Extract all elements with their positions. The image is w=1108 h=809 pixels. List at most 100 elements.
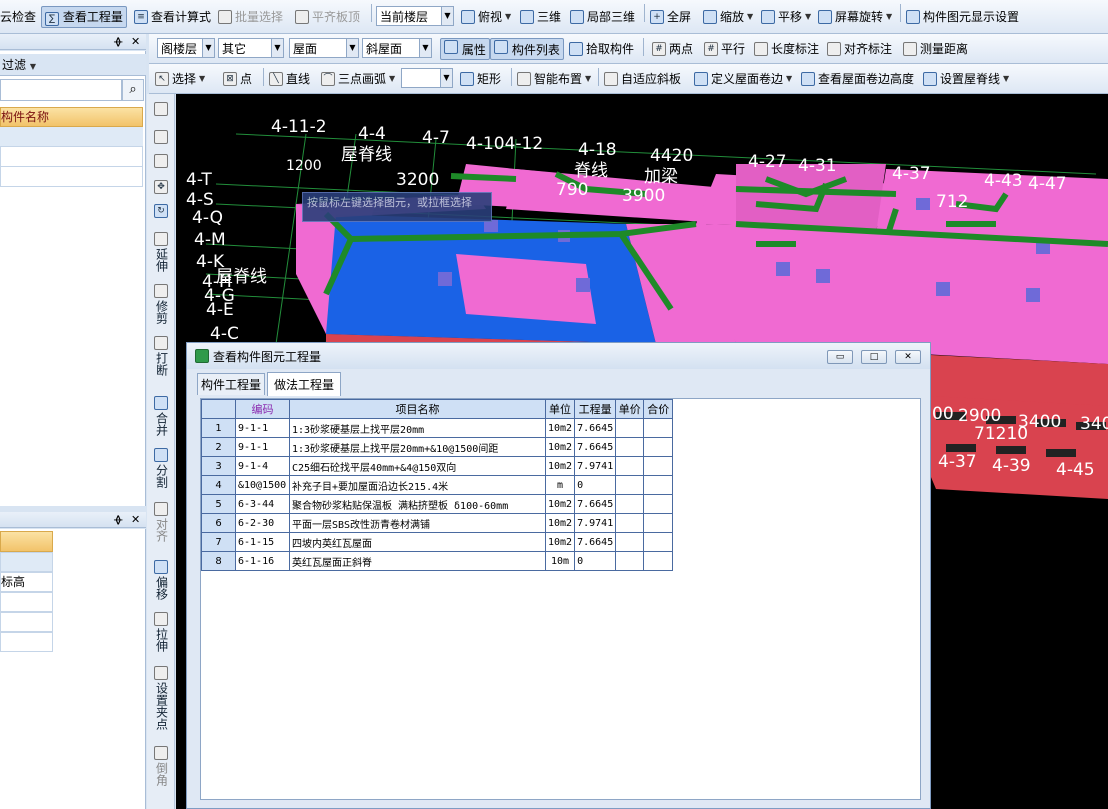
column-header[interactable]: 工程量: [574, 399, 617, 419]
price-cell[interactable]: [615, 437, 645, 457]
name-cell[interactable]: 1:3砂浆硬基层上找平层20mm: [289, 418, 546, 438]
tab-method-quantity[interactable]: 做法工程量: [267, 372, 341, 396]
trim-tool[interactable]: 修剪: [147, 284, 175, 327]
length-dimension-button[interactable]: 长度标注: [754, 34, 819, 63]
property-row[interactable]: [0, 552, 53, 572]
table-row[interactable]: 6 6-2-30 平面一层SBS改性沥青卷材满铺 10m2 7.9741: [201, 513, 674, 533]
quantity-cell[interactable]: 7.6645: [574, 437, 617, 457]
arc-button[interactable]: ⌒ 三点画弧 ▼: [321, 64, 395, 93]
name-cell[interactable]: 补充子目+要加屋面沿边长215.4米: [289, 475, 546, 495]
break-tool[interactable]: 打断: [147, 336, 175, 379]
total-cell[interactable]: [643, 475, 674, 495]
view-edge-height-button[interactable]: 查看屋面卷边高度: [801, 64, 914, 93]
total-cell[interactable]: [643, 551, 674, 571]
unit-cell[interactable]: 10m2: [544, 494, 576, 514]
floor-select[interactable]: 当前楼层 ▼: [376, 6, 454, 26]
table-row[interactable]: 8 6-1-16 英红瓦屋面正斜脊 10m 0: [201, 551, 674, 571]
list-item[interactable]: [0, 127, 143, 147]
sub-type-dropdown[interactable]: 斜屋面 ▼: [362, 38, 432, 58]
price-cell[interactable]: [615, 418, 645, 438]
adaptive-slope-button[interactable]: 自适应斜板: [604, 64, 681, 93]
measure-distance-button[interactable]: 测量距离: [903, 34, 968, 63]
dialog-title-bar[interactable]: 查看构件图元工程量: [187, 343, 930, 369]
line-button[interactable]: ╲ 直线: [269, 64, 310, 93]
price-cell[interactable]: [615, 456, 645, 476]
batch-select-button[interactable]: 批量选择: [218, 0, 283, 33]
column-header[interactable]: 项目名称: [289, 399, 546, 419]
column-header[interactable]: 合价: [643, 399, 674, 419]
stretch-tool[interactable]: 拉伸: [147, 612, 175, 655]
total-cell[interactable]: [643, 418, 674, 438]
pick-component-button[interactable]: 拾取构件: [569, 34, 634, 63]
pen-tool[interactable]: [147, 102, 175, 118]
search-button[interactable]: ⌕: [122, 79, 144, 101]
select-button[interactable]: ↖ 选择 ▼: [155, 64, 205, 93]
table-row[interactable]: 4 &10@1500 补充子目+要加屋面沿边长215.4米 m 0: [201, 475, 674, 495]
filter-button[interactable]: 过滤 ▼: [0, 54, 146, 76]
parallel-button[interactable]: # 平行: [704, 34, 745, 63]
quantity-cell[interactable]: 0: [574, 551, 617, 571]
set-ridge-line-button[interactable]: 设置屋脊线 ▼: [923, 64, 1009, 93]
total-cell[interactable]: [643, 456, 674, 476]
name-cell[interactable]: C25细石砼找平层40mm+&4@150双向: [289, 456, 546, 476]
offset-tool[interactable]: 偏移: [147, 560, 175, 603]
list-item[interactable]: [0, 167, 143, 187]
column-header[interactable]: 编码: [235, 399, 290, 419]
mirror-tool[interactable]: [147, 154, 175, 170]
pin-icon[interactable]: ᚖ: [114, 35, 122, 48]
unit-cell[interactable]: m: [544, 475, 576, 495]
display-settings-button[interactable]: 构件图元显示设置: [906, 0, 1019, 33]
fullscreen-button[interactable]: + 全屏: [650, 0, 691, 33]
unit-cell[interactable]: 10m2: [544, 437, 576, 457]
flush-top-button[interactable]: 平齐板顶: [295, 0, 360, 33]
type-dropdown[interactable]: 屋面 ▼: [289, 38, 359, 58]
pan-button[interactable]: 平移 ▼: [761, 0, 811, 33]
point-button[interactable]: ⊠ 点: [223, 64, 252, 93]
chamfer-tool[interactable]: 倒角: [147, 746, 175, 789]
quantity-cell[interactable]: 7.9741: [574, 456, 617, 476]
name-cell[interactable]: 四坡内英红瓦屋面: [289, 532, 546, 552]
table-row[interactable]: 3 9-1-4 C25细石砼找平层40mm+&4@150双向 10m2 7.9741: [201, 456, 674, 476]
align-tool[interactable]: 对齐: [147, 502, 175, 545]
merge-tool[interactable]: 合并: [147, 396, 175, 439]
column-header[interactable]: 单位: [544, 399, 576, 419]
name-cell[interactable]: 平面一层SBS改性沥青卷材满铺: [289, 513, 546, 533]
move-tool[interactable]: ✥: [147, 180, 175, 196]
copy-tool[interactable]: [147, 130, 175, 146]
price-cell[interactable]: [615, 475, 645, 495]
property-row[interactable]: 标高: [0, 572, 53, 592]
code-cell[interactable]: 9-1-1: [235, 437, 290, 457]
name-cell[interactable]: 英红瓦屋面正斜脊: [289, 551, 546, 571]
code-cell[interactable]: 6-1-15: [235, 532, 290, 552]
price-cell[interactable]: [615, 494, 645, 514]
name-cell[interactable]: 聚合物砂浆粘贴保温板 满粘挤塑板 δ100-60mm: [289, 494, 546, 514]
minimize-button[interactable]: ▭: [827, 350, 853, 364]
unit-cell[interactable]: 10m2: [544, 532, 576, 552]
pin-icon[interactable]: ᚖ: [114, 513, 122, 526]
split-tool[interactable]: 分割: [147, 448, 175, 491]
local-3d-button[interactable]: 局部三维: [570, 0, 635, 33]
rectangle-button[interactable]: 矩形: [460, 64, 501, 93]
price-cell[interactable]: [615, 551, 645, 571]
category-dropdown[interactable]: 其它 ▼: [218, 38, 284, 58]
extend-tool[interactable]: 延伸: [147, 232, 175, 275]
zoom-button[interactable]: 缩放 ▼: [703, 0, 753, 33]
code-cell[interactable]: 6-3-44: [235, 494, 290, 514]
unit-cell[interactable]: 10m: [544, 551, 576, 571]
price-cell[interactable]: [615, 532, 645, 552]
quantity-cell[interactable]: 7.6645: [574, 418, 617, 438]
quantity-cell[interactable]: 7.6645: [574, 532, 617, 552]
table-row[interactable]: 7 6-1-15 四坡内英红瓦屋面 10m2 7.6645: [201, 532, 674, 552]
code-cell[interactable]: 9-1-4: [235, 456, 290, 476]
quantity-cell[interactable]: 0: [574, 475, 617, 495]
code-cell[interactable]: &10@1500: [235, 475, 290, 495]
total-cell[interactable]: [643, 532, 674, 552]
unit-cell[interactable]: 10m2: [544, 418, 576, 438]
total-cell[interactable]: [643, 494, 674, 514]
view-formula-button[interactable]: ≡ 查看计算式: [134, 0, 211, 33]
rotate-screen-button[interactable]: 屏幕旋转 ▼: [818, 0, 892, 33]
search-input[interactable]: [0, 79, 122, 101]
floor-dropdown[interactable]: 阁楼层 ▼: [157, 38, 215, 58]
name-cell[interactable]: 1:3砂浆硬基层上找平层20mm+&10@1500间距: [289, 437, 546, 457]
maximize-button[interactable]: □: [861, 350, 887, 364]
